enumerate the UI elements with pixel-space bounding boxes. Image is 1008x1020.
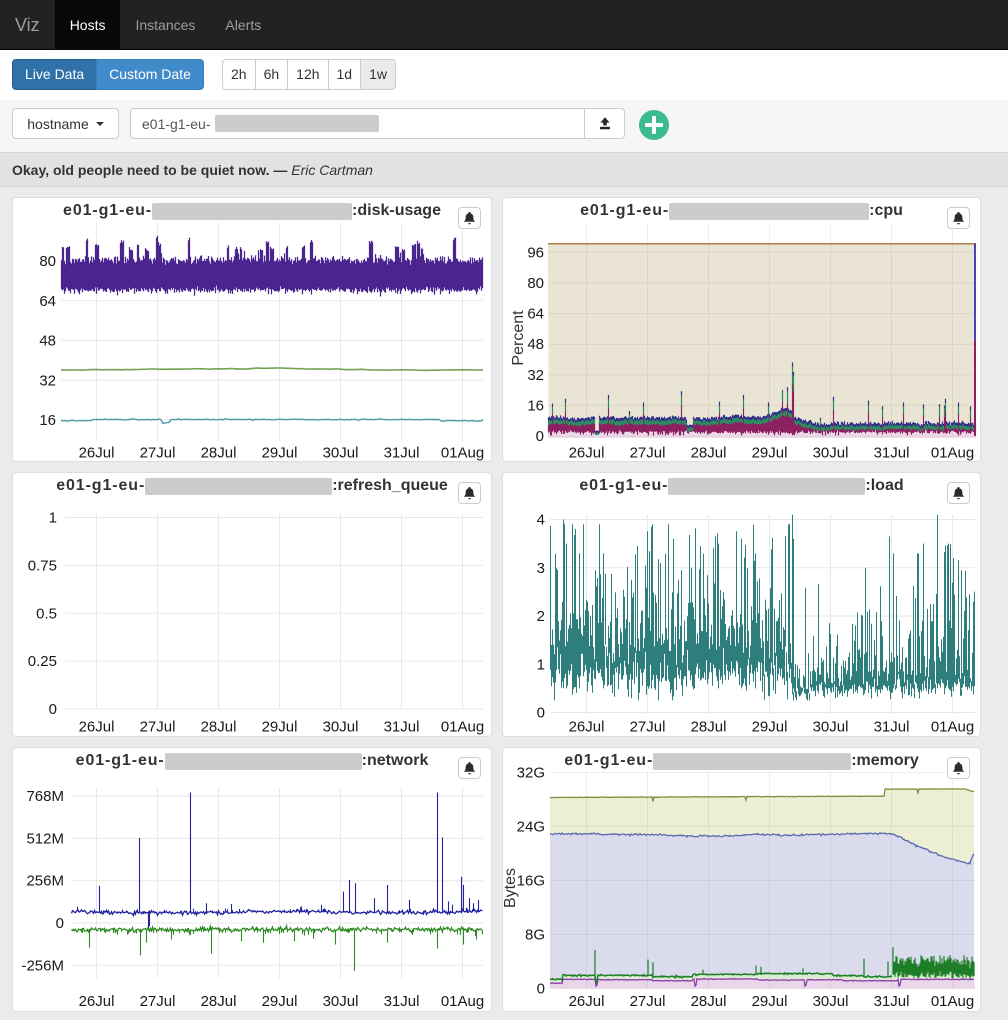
svg-text:01Aug: 01Aug [931, 993, 974, 1010]
svg-text:31Jul: 31Jul [874, 993, 910, 1010]
svg-text:27Jul: 27Jul [140, 993, 176, 1010]
svg-text:31Jul: 31Jul [874, 719, 910, 736]
svg-text:0: 0 [537, 705, 545, 722]
svg-text:27Jul: 27Jul [140, 445, 176, 462]
svg-text:1: 1 [537, 656, 545, 673]
svg-text:96: 96 [527, 244, 544, 261]
svg-text:64: 64 [527, 306, 544, 323]
svg-text:0.25: 0.25 [28, 653, 57, 670]
svg-text:28Jul: 28Jul [201, 993, 237, 1010]
svg-text:29Jul: 29Jul [752, 445, 788, 462]
svg-text:29Jul: 29Jul [752, 993, 788, 1010]
svg-text:28Jul: 28Jul [691, 993, 727, 1010]
svg-text:30Jul: 30Jul [813, 445, 849, 462]
svg-text:80: 80 [527, 275, 544, 292]
svg-text:28Jul: 28Jul [201, 445, 237, 462]
svg-text:31Jul: 31Jul [874, 445, 910, 462]
svg-text:48: 48 [527, 336, 544, 353]
svg-text:30Jul: 30Jul [813, 719, 849, 736]
svg-text:28Jul: 28Jul [691, 445, 727, 462]
svg-text:0: 0 [56, 915, 64, 932]
svg-text:01Aug: 01Aug [441, 993, 484, 1010]
svg-text:30Jul: 30Jul [323, 993, 359, 1010]
svg-text:256M: 256M [26, 873, 64, 890]
svg-text:32: 32 [39, 372, 56, 389]
svg-text:29Jul: 29Jul [262, 719, 298, 736]
svg-text:512M: 512M [26, 830, 64, 847]
svg-text:01Aug: 01Aug [441, 719, 484, 736]
svg-text:4: 4 [537, 512, 545, 529]
svg-text:0: 0 [536, 428, 544, 445]
svg-text:26Jul: 26Jul [79, 445, 115, 462]
svg-text:24G: 24G [517, 819, 545, 836]
svg-text:26Jul: 26Jul [569, 993, 605, 1010]
svg-text:28Jul: 28Jul [201, 719, 237, 736]
svg-text:31Jul: 31Jul [384, 445, 420, 462]
svg-text:29Jul: 29Jul [262, 993, 298, 1010]
svg-text:3: 3 [537, 560, 545, 577]
svg-text:01Aug: 01Aug [441, 445, 484, 462]
svg-text:768M: 768M [26, 788, 64, 805]
svg-text:29Jul: 29Jul [752, 719, 788, 736]
svg-text:30Jul: 30Jul [323, 445, 359, 462]
svg-text:01Aug: 01Aug [931, 719, 974, 736]
svg-text:16G: 16G [517, 873, 545, 890]
svg-text:26Jul: 26Jul [79, 719, 115, 736]
svg-text:80: 80 [39, 253, 56, 270]
svg-text:29Jul: 29Jul [262, 445, 298, 462]
svg-text:1: 1 [49, 510, 57, 527]
svg-text:27Jul: 27Jul [630, 719, 666, 736]
svg-text:27Jul: 27Jul [630, 993, 666, 1010]
svg-text:26Jul: 26Jul [569, 445, 605, 462]
svg-text:0: 0 [49, 701, 57, 718]
svg-text:0.75: 0.75 [28, 557, 57, 574]
svg-text:26Jul: 26Jul [569, 719, 605, 736]
svg-text:64: 64 [39, 293, 56, 310]
svg-text:28Jul: 28Jul [691, 719, 727, 736]
svg-text:32: 32 [527, 367, 544, 384]
svg-text:-256M: -256M [21, 957, 64, 974]
svg-text:30Jul: 30Jul [813, 993, 849, 1010]
svg-text:27Jul: 27Jul [140, 719, 176, 736]
svg-text:30Jul: 30Jul [323, 719, 359, 736]
svg-text:Bytes: Bytes [503, 868, 519, 908]
svg-text:26Jul: 26Jul [79, 993, 115, 1010]
svg-text:16: 16 [39, 412, 56, 429]
svg-text:31Jul: 31Jul [384, 719, 420, 736]
svg-text:48: 48 [39, 333, 56, 350]
svg-text:01Aug: 01Aug [931, 445, 974, 462]
svg-text:2: 2 [537, 608, 545, 625]
svg-text:16: 16 [527, 397, 544, 414]
svg-text:Percent: Percent [510, 310, 527, 366]
svg-text:31Jul: 31Jul [384, 993, 420, 1010]
svg-text:27Jul: 27Jul [630, 445, 666, 462]
svg-text:0.5: 0.5 [36, 605, 57, 622]
svg-text:8G: 8G [525, 927, 545, 944]
svg-text:0: 0 [537, 981, 545, 998]
